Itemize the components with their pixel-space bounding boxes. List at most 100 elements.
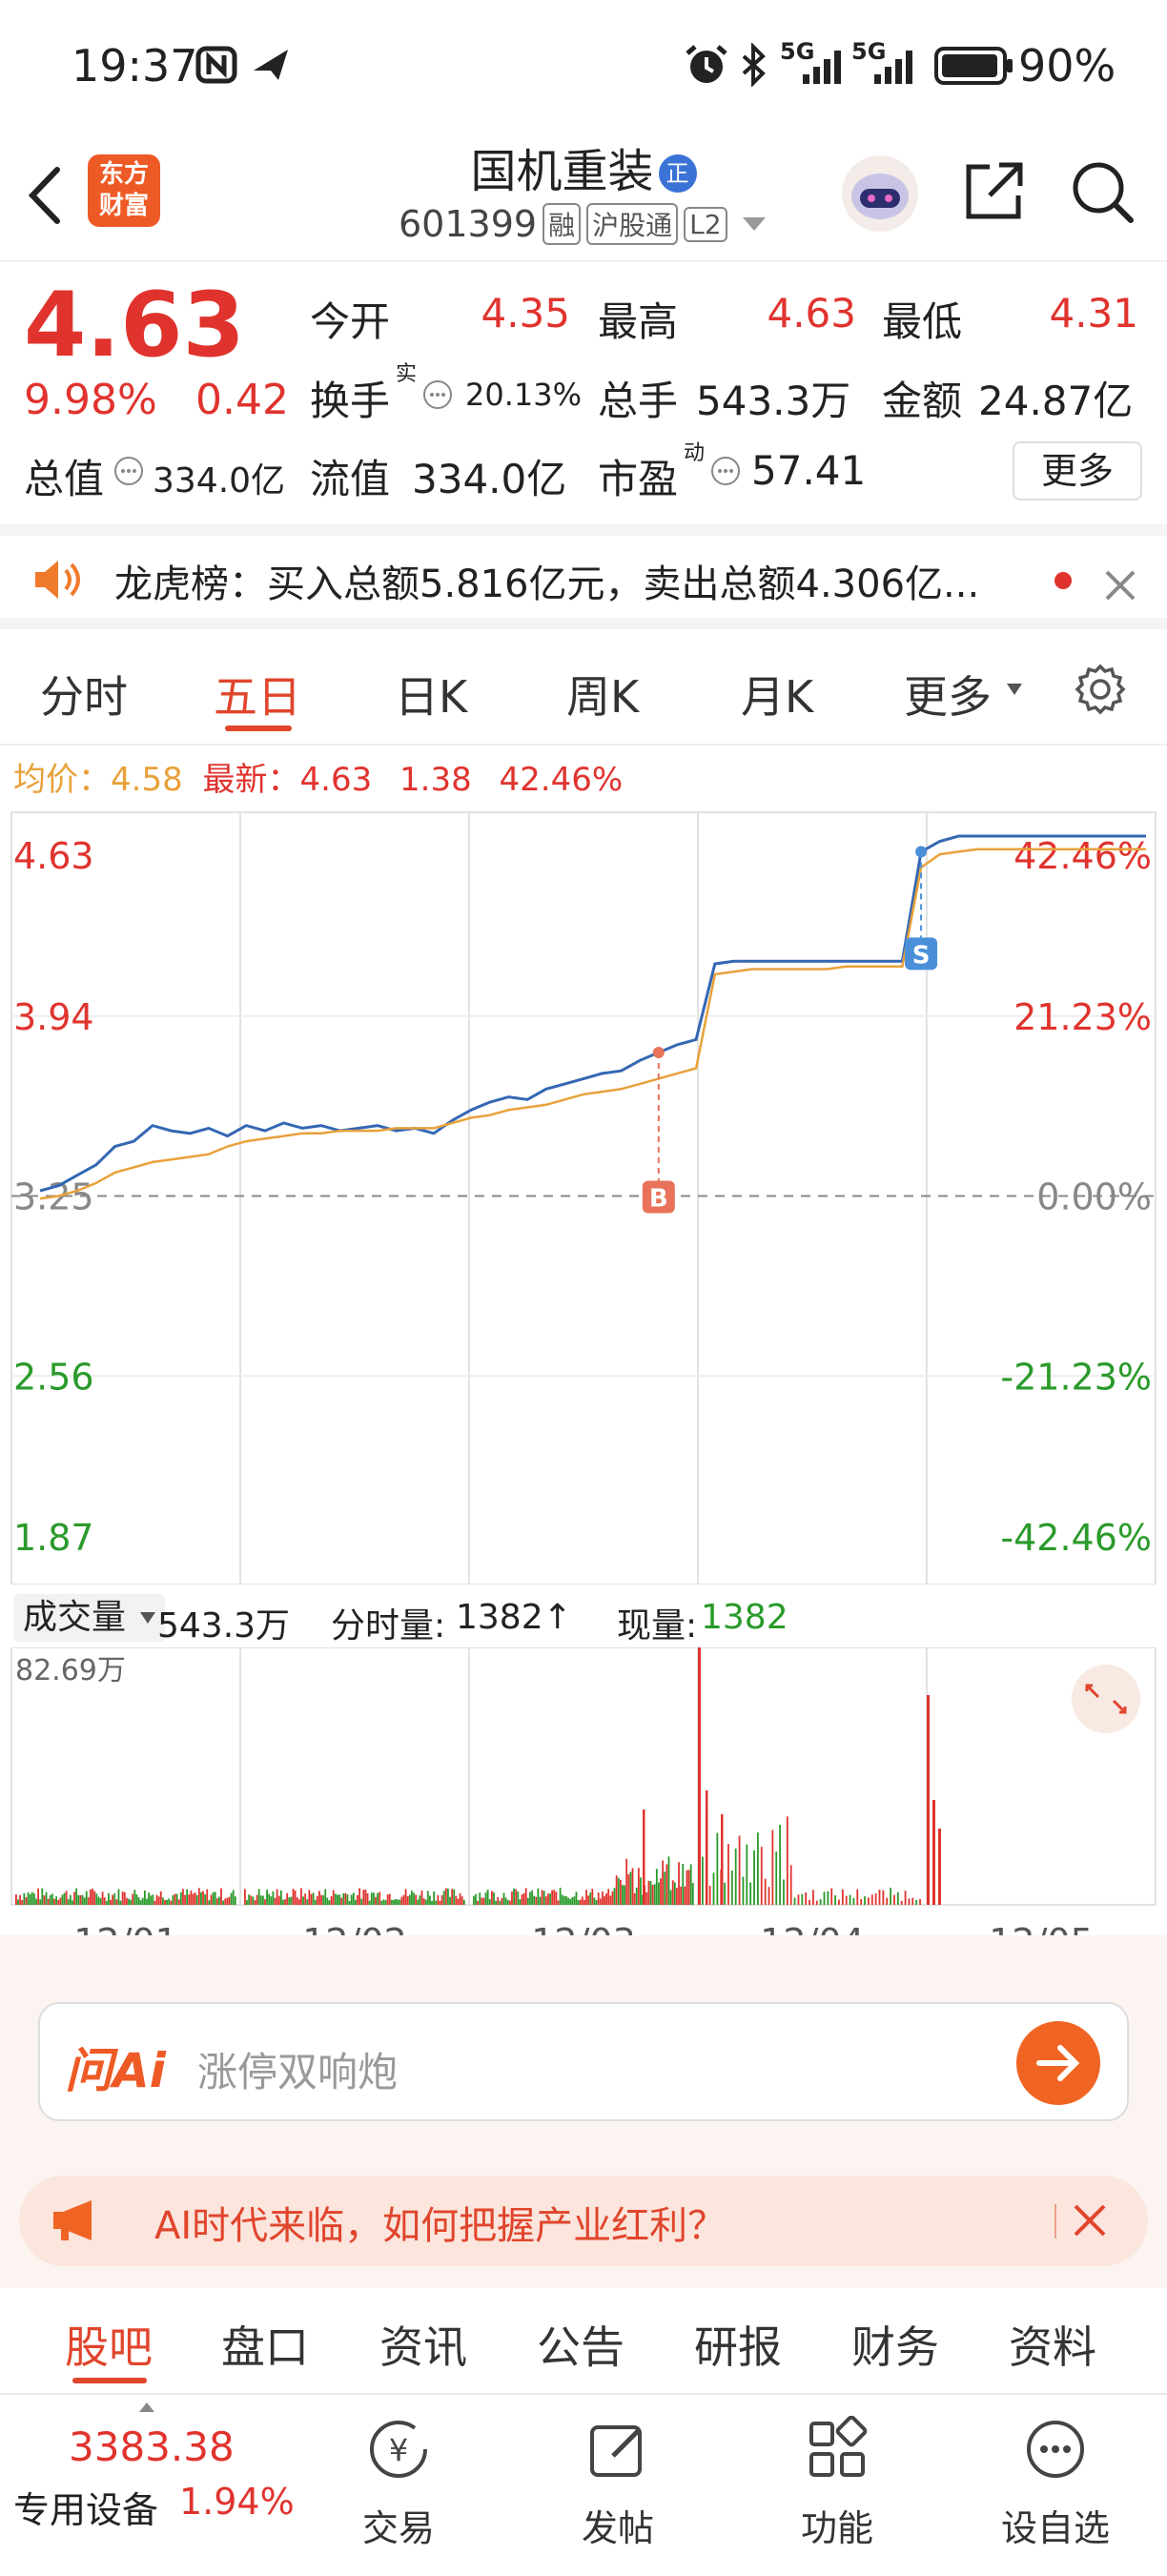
close-icon[interactable] bbox=[1101, 566, 1139, 604]
tab-announcement[interactable]: 公告 bbox=[537, 2313, 624, 2376]
info-dots-icon[interactable] bbox=[709, 455, 742, 487]
volume-bar bbox=[667, 1856, 670, 1905]
info-dots-icon[interactable] bbox=[421, 378, 454, 411]
volume-bar bbox=[462, 1899, 465, 1905]
volume-bar bbox=[328, 1900, 331, 1905]
volume-bar bbox=[259, 1895, 262, 1905]
volume-bar bbox=[870, 1894, 873, 1905]
caret-up-icon bbox=[139, 2402, 154, 2412]
volume-bar bbox=[61, 1894, 64, 1905]
share-icon[interactable] bbox=[961, 157, 1028, 224]
volume-bar bbox=[346, 1894, 349, 1905]
volume-bar bbox=[93, 1891, 96, 1905]
gear-icon[interactable] bbox=[1072, 661, 1129, 718]
change-amount: 0.42 bbox=[195, 376, 289, 424]
volume-bar bbox=[812, 1890, 814, 1905]
last-price: 4.63 bbox=[24, 274, 245, 378]
tick-volume-label: 分时量: bbox=[331, 1606, 446, 1646]
float-cap-value: 334.0亿 bbox=[412, 456, 567, 502]
volume-bar bbox=[77, 1894, 80, 1905]
volume-bar bbox=[424, 1899, 427, 1905]
sector-quote[interactable]: 3383.38 专用设备 1.94% bbox=[0, 2395, 315, 2576]
volume-bar bbox=[517, 1891, 520, 1905]
volume-bar bbox=[665, 1864, 668, 1905]
more-button[interactable]: 更多 bbox=[1013, 441, 1142, 501]
promo-banner[interactable]: AI时代来临，如何把握产业红利？ bbox=[19, 2176, 1148, 2266]
volume-bar bbox=[513, 1888, 515, 1905]
volume-bar bbox=[727, 1844, 729, 1905]
volume-bar bbox=[874, 1892, 877, 1905]
nav-trade[interactable]: ¥ 交易 bbox=[327, 2416, 470, 2551]
tab-more[interactable]: 更多 bbox=[904, 663, 992, 726]
volume-bar bbox=[99, 1897, 102, 1905]
tab-forum[interactable]: 股吧 bbox=[65, 2313, 153, 2376]
volume-bar bbox=[85, 1891, 88, 1905]
tab-month-k[interactable]: 月K bbox=[741, 663, 813, 726]
volume-bar bbox=[569, 1898, 572, 1905]
stock-meta: 601399 融 沪股通 L2 bbox=[399, 202, 766, 246]
volume-bar bbox=[272, 1891, 275, 1905]
volume-bar bbox=[150, 1895, 153, 1905]
volume-bar bbox=[220, 1888, 222, 1905]
stock-code: 601399 bbox=[399, 203, 538, 245]
volume-bar bbox=[326, 1897, 329, 1905]
volume-bar bbox=[579, 1899, 582, 1905]
volume-bar bbox=[159, 1891, 162, 1905]
arrow-right-icon[interactable] bbox=[1014, 2019, 1102, 2107]
volume-bar bbox=[390, 1899, 393, 1905]
volume-bar bbox=[177, 1899, 180, 1905]
tab-finance[interactable]: 财务 bbox=[851, 2313, 939, 2376]
volume-bar bbox=[860, 1899, 863, 1905]
ai-search-box[interactable]: 问Ai 涨停双响炮 bbox=[38, 2002, 1129, 2121]
volume-bar bbox=[878, 1890, 881, 1905]
search-icon[interactable] bbox=[1068, 157, 1136, 226]
volume-bar bbox=[266, 1890, 268, 1905]
tab-research[interactable]: 研报 bbox=[694, 2313, 782, 2376]
tab-profile[interactable]: 资料 bbox=[1009, 2313, 1096, 2376]
volume-bar bbox=[175, 1893, 178, 1905]
info-dots-icon[interactable] bbox=[113, 455, 145, 487]
volume-bar bbox=[43, 1895, 46, 1905]
tab-orderbook[interactable]: 盘口 bbox=[221, 2313, 309, 2376]
volume-bar bbox=[208, 1900, 211, 1905]
volume-bar bbox=[589, 1892, 592, 1905]
five-day-chart[interactable]: 均价：4.58 最新：4.63 1.38 42.46% 4.63 42.46% 3.… bbox=[0, 746, 1167, 1584]
tab-week-k[interactable]: 周K bbox=[566, 663, 639, 726]
caret-down-icon[interactable] bbox=[1007, 684, 1022, 695]
tab-news[interactable]: 资讯 bbox=[379, 2313, 467, 2376]
volume-bar bbox=[128, 1898, 130, 1905]
volume-bar bbox=[435, 1900, 438, 1905]
volume-bar bbox=[698, 1647, 701, 1905]
volume-bar bbox=[856, 1889, 859, 1905]
nav-post[interactable]: 发帖 bbox=[546, 2416, 689, 2551]
assistant-robot-icon[interactable] bbox=[839, 153, 921, 235]
volume-bar bbox=[246, 1899, 248, 1905]
volume-bar bbox=[195, 1894, 198, 1905]
nav-functions[interactable]: 功能 bbox=[766, 2415, 909, 2551]
volume-bar bbox=[115, 1899, 118, 1905]
notice-bar[interactable]: 龙虎榜：买入总额5.816亿元，卖出总额4.306亿... bbox=[0, 524, 1167, 629]
nav-add-watchlist[interactable]: 设自选 bbox=[984, 2416, 1127, 2551]
volume-bar bbox=[896, 1891, 899, 1905]
volume-bar bbox=[571, 1897, 574, 1905]
volume-selector[interactable]: 成交量 bbox=[13, 1594, 166, 1642]
volume-bar bbox=[768, 1887, 770, 1905]
volume-bar bbox=[433, 1891, 436, 1905]
volume-bar bbox=[81, 1894, 84, 1905]
volume-bar bbox=[504, 1897, 507, 1905]
volume-bar bbox=[702, 1856, 704, 1905]
tick-volume-value: 1382↑ bbox=[456, 1598, 572, 1637]
close-icon[interactable] bbox=[1070, 2200, 1110, 2240]
volume-bar bbox=[555, 1891, 558, 1905]
promo-text: AI时代来临，如何把握产业红利？ bbox=[154, 2204, 727, 2248]
volume-bar bbox=[882, 1890, 885, 1905]
volume-bar bbox=[370, 1892, 373, 1905]
volume-bar bbox=[453, 1889, 456, 1905]
tab-minute[interactable]: 分时 bbox=[40, 663, 128, 726]
volume-bar bbox=[276, 1889, 278, 1905]
tab-day-k[interactable]: 日K bbox=[395, 663, 467, 726]
dropdown-triangle-icon[interactable] bbox=[742, 217, 766, 231]
expand-icon[interactable] bbox=[1072, 1665, 1140, 1733]
volume-bar bbox=[130, 1899, 133, 1905]
tab-five-day[interactable]: 五日 bbox=[214, 663, 301, 726]
